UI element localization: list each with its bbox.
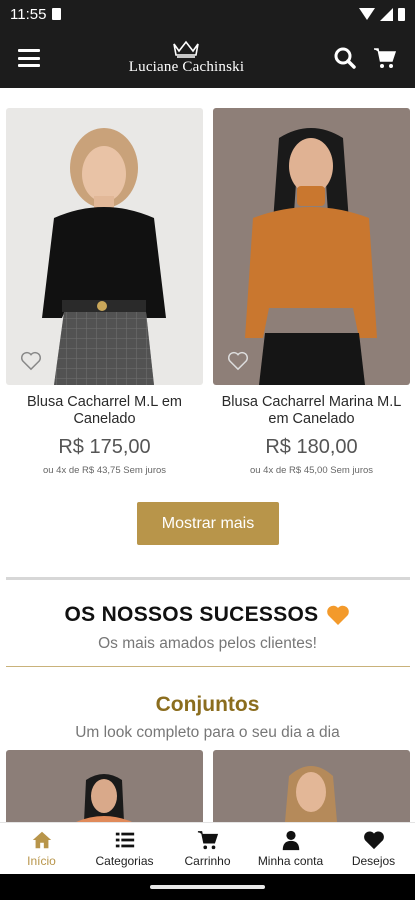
gold-divider [6, 666, 410, 667]
cart-icon[interactable] [373, 46, 397, 70]
app-header: Luciane Cachinski [0, 28, 415, 88]
heart-icon [363, 831, 384, 850]
crown-logo-icon [173, 40, 200, 58]
product-price: R$ 175,00 [58, 436, 151, 458]
status-left: 11:55 [10, 5, 62, 23]
system-navigation-bar [0, 874, 415, 900]
nav-label: Desejos [351, 854, 396, 868]
product-photo [42, 128, 166, 385]
nav-label: Categorias [95, 854, 154, 868]
nav-label: Carrinho [184, 854, 231, 868]
orange-heart-icon [327, 605, 350, 625]
product-image[interactable] [213, 108, 410, 385]
wishlist-heart-icon[interactable] [20, 351, 42, 371]
brand-logo[interactable]: Luciane Cachinski [129, 40, 244, 76]
bottom-nav: Início Categorias Carrinho Minha conta D… [0, 822, 415, 874]
user-icon [282, 830, 299, 851]
product-name[interactable]: Blusa Cacharrel Marina M.L em Canelado [213, 394, 410, 428]
battery-icon [398, 7, 405, 21]
product-card[interactable]: Blusa Cacharrel M.L em Canelado R$ 175,0… [6, 108, 203, 476]
signal-icon [380, 7, 393, 21]
home-gesture-pill[interactable] [150, 885, 265, 889]
product-image[interactable] [6, 108, 203, 385]
show-more-button[interactable]: Mostrar mais [137, 502, 279, 545]
product-price: R$ 180,00 [265, 436, 358, 458]
nav-label: Início [27, 854, 56, 868]
header-actions [333, 46, 397, 70]
product-photo [245, 128, 377, 385]
status-bar: 11:55 [0, 0, 415, 28]
set-photo [285, 766, 337, 822]
brand-name: Luciane Cachinski [128, 59, 245, 75]
success-title-text: OS NOSSOS SUCESSOS [64, 603, 319, 626]
list-icon [115, 832, 134, 848]
success-section-title: OS NOSSOS SUCESSOS [0, 603, 415, 627]
set-image[interactable] [213, 750, 410, 822]
sets-row [6, 750, 410, 822]
product-name[interactable]: Blusa Cacharrel M.L em Canelado [6, 394, 203, 428]
sets-section-title: Conjuntos [155, 693, 260, 716]
status-right [359, 7, 405, 21]
nav-item-wishlist[interactable]: Desejos [332, 829, 415, 868]
home-icon [32, 831, 51, 849]
product-installments: ou 4x de R$ 45,00 Sem juros [249, 465, 374, 476]
product-card[interactable]: Blusa Cacharrel Marina M.L em Canelado R… [213, 108, 410, 476]
sets-section-subtitle: Um look completo para o seu dia a dia [75, 724, 340, 741]
nav-item-home[interactable]: Início [0, 829, 83, 868]
wishlist-heart-icon[interactable] [227, 351, 249, 371]
product-grid: Blusa Cacharrel M.L em Canelado R$ 175,0… [6, 108, 410, 476]
set-image[interactable] [6, 750, 203, 822]
status-time: 11:55 [10, 5, 47, 23]
menu-icon[interactable] [18, 49, 40, 67]
nav-label: Minha conta [257, 854, 324, 868]
set-photo [76, 774, 132, 822]
nav-item-categories[interactable]: Categorias [83, 829, 166, 868]
cart-icon [197, 831, 218, 850]
wifi-icon [359, 8, 375, 20]
nav-item-account[interactable]: Minha conta [249, 829, 332, 868]
sim-icon [52, 8, 62, 20]
nav-item-cart[interactable]: Carrinho [166, 829, 249, 868]
search-icon[interactable] [333, 46, 357, 70]
section-divider [6, 577, 410, 580]
success-section-subtitle: Os mais amados pelos clientes! [98, 635, 317, 652]
product-installments: ou 4x de R$ 43,75 Sem juros [42, 465, 167, 476]
